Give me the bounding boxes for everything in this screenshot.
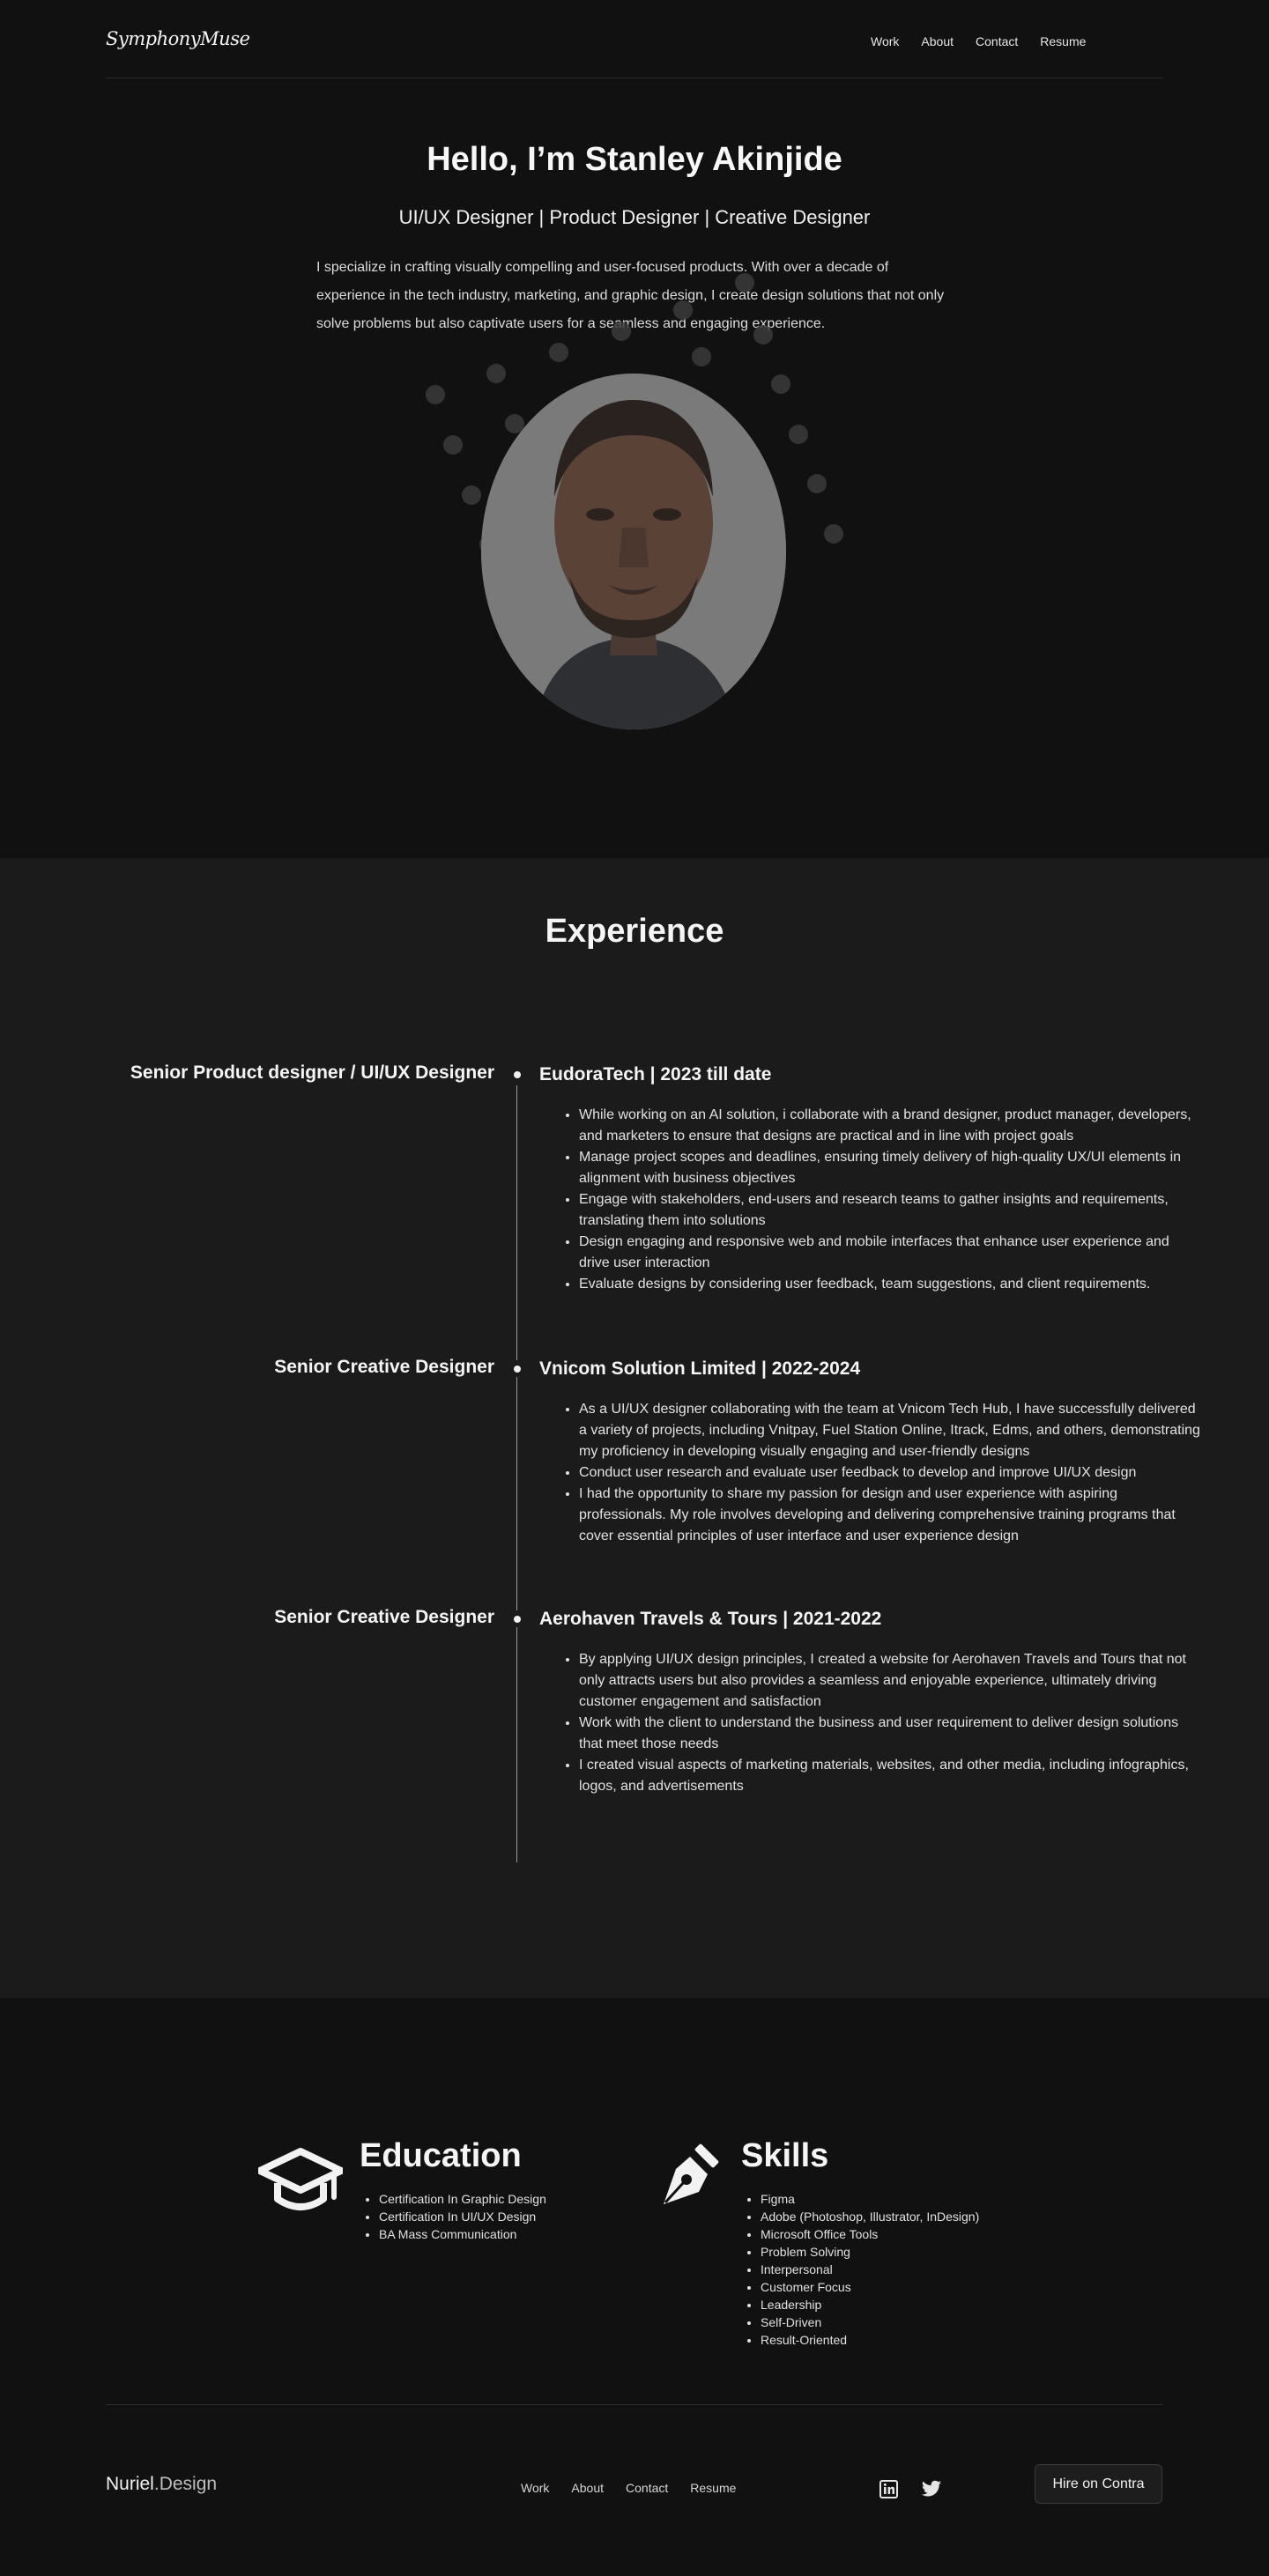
footer-nav: Work About Contact Resume (521, 2481, 736, 2495)
skill-item: Figma (761, 2190, 979, 2208)
hero-bio: I specialize in crafting visually compel… (316, 260, 945, 331)
footer-nav-work-link[interactable]: Work (521, 2481, 549, 2495)
skills-title: Skills (741, 2137, 829, 2174)
experience-bullet: Engage with stakeholders, end-users and … (579, 1189, 1201, 1232)
decorative-dot (612, 322, 631, 341)
hero-roles: UI/UX Designer | Product Designer | Crea… (398, 206, 871, 228)
decorative-dot (673, 300, 693, 320)
experience-bullet: Work with the client to understand the b… (579, 1713, 1201, 1755)
decorative-dot (462, 485, 481, 505)
experience-company: Vnicom Solution Limited | 2022-2024 (539, 1358, 861, 1379)
education-title: Education (360, 2137, 522, 2174)
nav-resume-link[interactable]: Resume (1040, 34, 1086, 48)
timeline-line (516, 1085, 517, 1862)
skill-item: Adobe (Photoshop, Illustrator, InDesign) (761, 2208, 979, 2225)
decorative-dot (735, 273, 754, 292)
experience-bullet: While working on an AI solution, i colla… (579, 1105, 1201, 1147)
experience-bullet: As a UI/UX designer collaborating with t… (579, 1399, 1201, 1462)
education-item: Certification In Graphic Design (379, 2190, 546, 2208)
experience-bullet: I created visual aspects of marketing ma… (579, 1755, 1201, 1797)
experience-bullet: I had the opportunity to share my passio… (579, 1484, 1201, 1547)
decorative-dot (443, 435, 463, 455)
pen-nib-icon (664, 2143, 719, 2204)
experience-bullet: Conduct user research and evaluate user … (579, 1462, 1201, 1484)
skill-item: Customer Focus (761, 2278, 979, 2296)
skill-item: Leadership (761, 2296, 979, 2313)
footer-nav-about-link[interactable]: About (571, 2481, 604, 2495)
footer-logo-suffix: .Design (153, 2474, 218, 2494)
site-header: SymphonyMuse Work About Contact Resume (106, 0, 1163, 78)
decorative-dot (426, 385, 445, 404)
decorative-dot (807, 474, 827, 493)
decorative-dot (753, 325, 773, 344)
hire-on-contra-button[interactable]: Hire on Contra (1035, 2464, 1162, 2504)
skill-item: Self-Driven (761, 2313, 979, 2331)
decorative-dot (692, 347, 711, 366)
timeline-dot (508, 1066, 525, 1083)
experience-role: Senior Creative Designer (274, 1607, 494, 1627)
graduation-cap-icon (258, 2148, 343, 2210)
timeline-dot (508, 1360, 525, 1377)
profile-photo (481, 374, 786, 729)
footer-logo-main: Nuriel (106, 2474, 154, 2494)
education-item: Certification In UI/UX Design (379, 2208, 546, 2225)
site-logo[interactable]: SymphonyMuse (106, 28, 250, 49)
experience-section: Experience Senior Product designer / UI/… (0, 858, 1269, 1998)
experience-bullet: Design engaging and responsive web and m… (579, 1232, 1201, 1274)
skill-item: Interpersonal (761, 2261, 979, 2278)
experience-role: Senior Creative Designer (274, 1357, 494, 1377)
experience-company: EudoraTech | 2023 till date (539, 1064, 772, 1084)
experience-role: Senior Product designer / UI/UX Designer (130, 1062, 494, 1083)
skill-item: Microsoft Office Tools (761, 2225, 979, 2243)
linkedin-icon[interactable] (879, 2480, 898, 2503)
decorative-dot (771, 374, 790, 394)
twitter-icon[interactable] (921, 2480, 942, 2503)
portrait-illustration (481, 374, 786, 729)
footer-nav-contact-link[interactable]: Contact (626, 2481, 668, 2495)
decorative-dot (486, 364, 506, 383)
education-skills-section: Education Certification In Graphic Desig… (0, 1998, 1269, 2405)
timeline-dot (508, 1610, 525, 1627)
decorative-dot (824, 524, 843, 544)
decorative-dot (789, 425, 808, 444)
nav-contact-link[interactable]: Contact (976, 34, 1018, 48)
main-nav: Work About Contact Resume (871, 34, 1086, 48)
skill-item: Problem Solving (761, 2243, 979, 2261)
skill-item: Result-Oriented (761, 2331, 979, 2349)
experience-bullets: While working on an AI solution, i colla… (539, 1105, 1201, 1295)
decorative-dot (549, 343, 568, 362)
experience-company: Aerohaven Travels & Tours | 2021-2022 (539, 1609, 882, 1629)
education-item: BA Mass Communication (379, 2225, 546, 2243)
experience-bullet: Manage project scopes and deadlines, ens… (579, 1147, 1201, 1189)
footer-logo[interactable]: Nuriel.Design (106, 2474, 217, 2495)
experience-bullet: By applying UI/UX design principles, I c… (579, 1649, 1201, 1713)
education-list: Certification In Graphic Design Certific… (360, 2190, 546, 2243)
site-footer: Nuriel.Design Work About Contact Resume … (106, 2404, 1163, 2576)
skills-list: Figma Adobe (Photoshop, Illustrator, InD… (741, 2190, 979, 2349)
nav-about-link[interactable]: About (921, 34, 954, 48)
nav-work-link[interactable]: Work (871, 34, 899, 48)
experience-title: Experience (545, 913, 724, 950)
experience-bullets: By applying UI/UX design principles, I c… (539, 1649, 1201, 1797)
footer-nav-resume-link[interactable]: Resume (690, 2481, 736, 2495)
hero-title: Hello, I’m Stanley Akinjide (427, 141, 842, 178)
experience-bullet: Evaluate designs by considering user fee… (579, 1274, 1201, 1295)
hero-section: Hello, I’m Stanley Akinjide UI/UX Design… (0, 78, 1269, 858)
experience-bullets: As a UI/UX designer collaborating with t… (539, 1399, 1201, 1547)
